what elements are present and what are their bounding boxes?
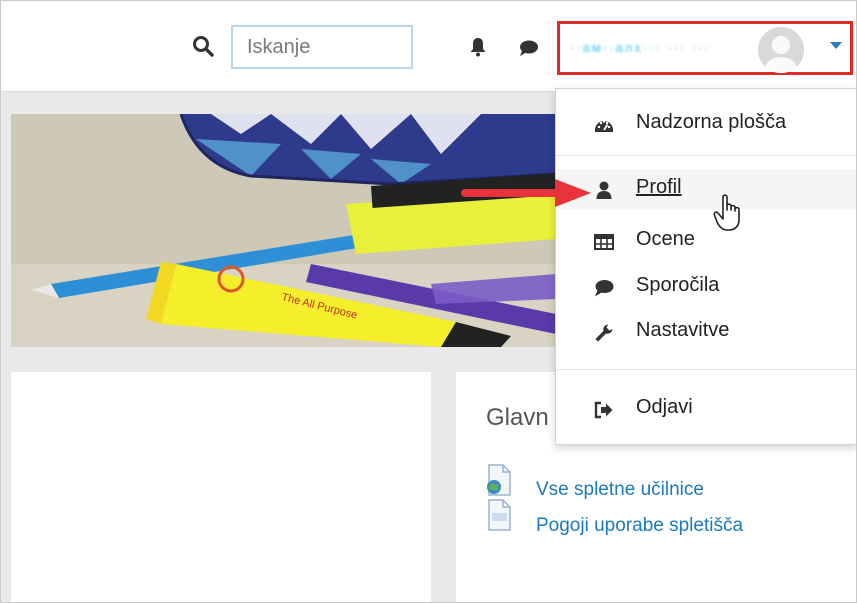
logout-icon (594, 401, 613, 419)
menu-item-messages[interactable]: Sporočila (556, 267, 856, 307)
pens-photo: The All Purpose (11, 114, 556, 347)
dashboard-icon (595, 120, 613, 132)
menu-label-logout: Odjavi (636, 396, 693, 418)
bell-icon[interactable] (469, 37, 487, 57)
speech-bubble-icon (595, 280, 614, 297)
menu-label-preferences: Nastavitve (636, 319, 730, 341)
user-icon (596, 181, 612, 199)
menu-item-logout[interactable]: Odjavi (556, 389, 856, 429)
red-arrow-annotation (461, 179, 591, 207)
menu-label-messages: Sporočila (636, 274, 720, 296)
grades-table-icon (594, 234, 614, 250)
avatar (758, 27, 804, 73)
search-input[interactable] (231, 25, 413, 69)
banner-image: The All Purpose (11, 114, 556, 347)
hand-cursor-icon (713, 194, 740, 231)
wrench-icon (595, 324, 613, 342)
chat-icon[interactable] (519, 39, 539, 57)
menu-item-grades[interactable]: Ocene (556, 221, 856, 261)
main-content-area (11, 372, 431, 602)
menu-divider (556, 155, 856, 156)
all-courses-link[interactable]: Vse spletne učilnice (536, 479, 704, 501)
menu-item-profile[interactable]: Profil (556, 169, 856, 209)
site-terms-link[interactable]: Pogoji uporabe spletišča (536, 515, 743, 537)
browser-frame: ··ам··алх··· ··· ··· (0, 0, 857, 603)
menu-label-grades: Ocene (636, 228, 695, 250)
chevron-down-icon[interactable] (830, 42, 842, 49)
menu-label-dashboard: Nadzorna plošča (636, 111, 787, 133)
globe-file-icon (487, 464, 511, 496)
menu-item-dashboard[interactable]: Nadzorna plošča (556, 104, 856, 144)
block-title: Glavn (486, 404, 549, 431)
user-menu-toggle[interactable]: ··ам··алх··· ··· ··· (557, 21, 853, 75)
avatar-placeholder-icon (758, 27, 804, 73)
user-name: ··ам··алх··· ··· ··· (570, 40, 711, 55)
user-dropdown-menu: Nadzorna plošča Profil Ocene Sporočila N… (555, 88, 856, 445)
top-navbar: ··ам··алх··· ··· ··· (1, 1, 856, 92)
search-icon[interactable] (192, 35, 214, 57)
file-icon (488, 499, 511, 531)
menu-label-profile: Profil (636, 176, 682, 198)
menu-item-preferences[interactable]: Nastavitve (556, 312, 856, 352)
menu-divider (556, 369, 856, 370)
